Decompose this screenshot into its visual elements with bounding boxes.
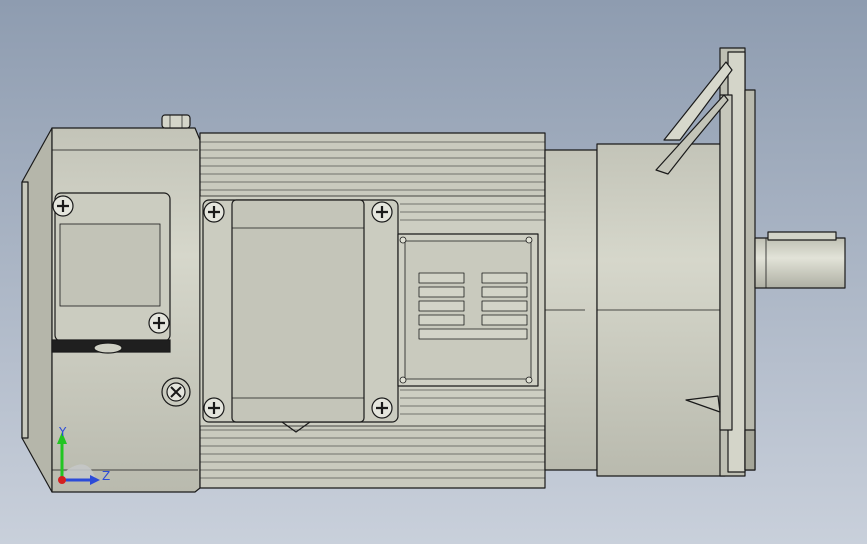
viewport-canvas[interactable]: Y Z	[0, 0, 867, 544]
x-axis-dot	[58, 476, 66, 484]
z-axis-label: Z	[102, 469, 110, 483]
screw-icon	[52, 195, 74, 217]
screw-icon	[203, 201, 225, 223]
screw-icon	[371, 397, 393, 419]
nameplate	[397, 233, 539, 387]
top-hex-bolt	[161, 114, 191, 129]
output-shaft	[754, 231, 846, 289]
screw-icon	[371, 201, 393, 223]
cad-viewport[interactable]: Y Z	[0, 0, 867, 544]
terminal-box	[202, 199, 399, 433]
screw-icon	[148, 312, 170, 334]
output-flange	[719, 47, 756, 477]
grounding-screw-icon	[161, 377, 191, 407]
y-axis-label: Y	[58, 425, 67, 439]
screw-icon	[203, 397, 225, 419]
